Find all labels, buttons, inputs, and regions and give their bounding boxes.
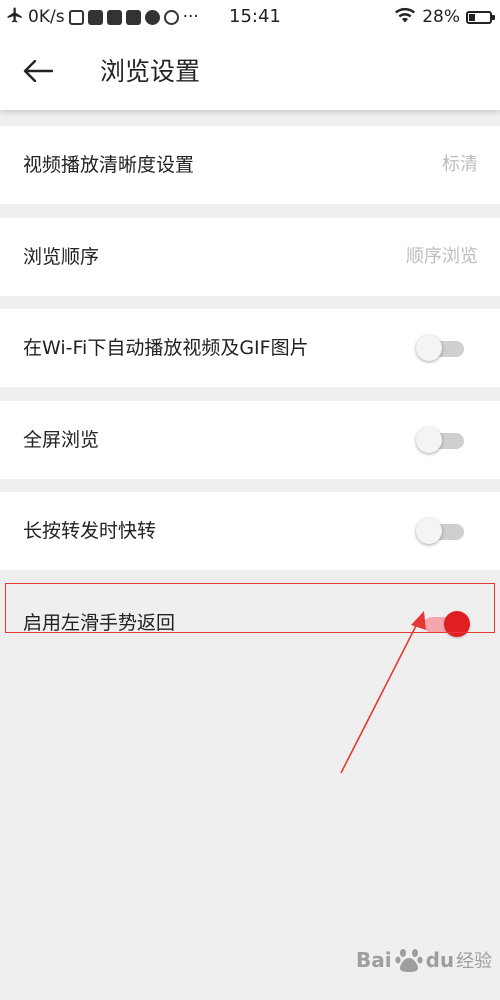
paw-logo-icon — [394, 945, 424, 975]
video-notification-icon — [125, 9, 141, 25]
long-press-forward-toggle[interactable] — [416, 518, 464, 544]
airplane-icon — [6, 6, 24, 29]
setting-wifi-autoplay: 在Wi-Fi下自动播放视频及GIF图片 — [0, 309, 500, 387]
watermark-brand: Bai — [356, 948, 392, 972]
watermark-sub: 经验 — [456, 951, 493, 972]
status-bar-left: 0K/s ··· — [6, 0, 199, 34]
location-notification-icon — [163, 9, 179, 25]
back-button[interactable] — [18, 56, 58, 90]
setting-long-press-forward: 长按转发时快转 — [0, 492, 500, 570]
setting-value: 顺序浏览 — [406, 246, 478, 267]
wifi-autoplay-toggle[interactable] — [416, 335, 464, 361]
watermark-brand-tail: du — [425, 948, 455, 972]
status-bar-right: 28% — [394, 0, 495, 34]
app-bar: 浏览设置 — [0, 34, 500, 110]
baidu-watermark: Bai du 经验 — [356, 940, 492, 980]
setting-label: 长按转发时快转 — [23, 520, 157, 542]
page-title: 浏览设置 — [100, 57, 201, 86]
more-notifications: ··· — [182, 7, 199, 27]
setting-label: 浏览顺序 — [23, 246, 100, 268]
status-time: 15:41 — [229, 6, 281, 27]
setting-browse-order[interactable]: 浏览顺序 顺序浏览 — [0, 218, 500, 296]
browser-notification-icon — [144, 9, 160, 25]
toggle-knob — [416, 427, 442, 453]
battery-percent: 28% — [422, 7, 460, 27]
battery-icon — [466, 10, 495, 24]
mail-notification-icon — [106, 9, 122, 25]
setting-fullscreen: 全屏浏览 — [0, 401, 500, 479]
wifi-icon — [394, 7, 416, 28]
setting-label: 在Wi-Fi下自动播放视频及GIF图片 — [23, 337, 309, 359]
network-speed: 0K/s — [28, 7, 65, 27]
setting-label: 全屏浏览 — [23, 429, 100, 451]
toggle-knob — [416, 518, 442, 544]
arrow-left-icon — [23, 59, 54, 86]
setting-label: 视频播放清晰度设置 — [23, 154, 195, 176]
wechat-notification-icon — [87, 9, 103, 25]
setting-value: 标清 — [442, 154, 478, 175]
toggle-knob — [416, 335, 442, 361]
fullscreen-toggle[interactable] — [416, 427, 464, 453]
setting-video-quality[interactable]: 视频播放清晰度设置 标清 — [0, 126, 500, 204]
status-bar: 0K/s ··· 15:41 28% — [0, 0, 500, 34]
annotation-highlight-box — [5, 583, 495, 633]
app-notification-icon — [68, 9, 84, 25]
